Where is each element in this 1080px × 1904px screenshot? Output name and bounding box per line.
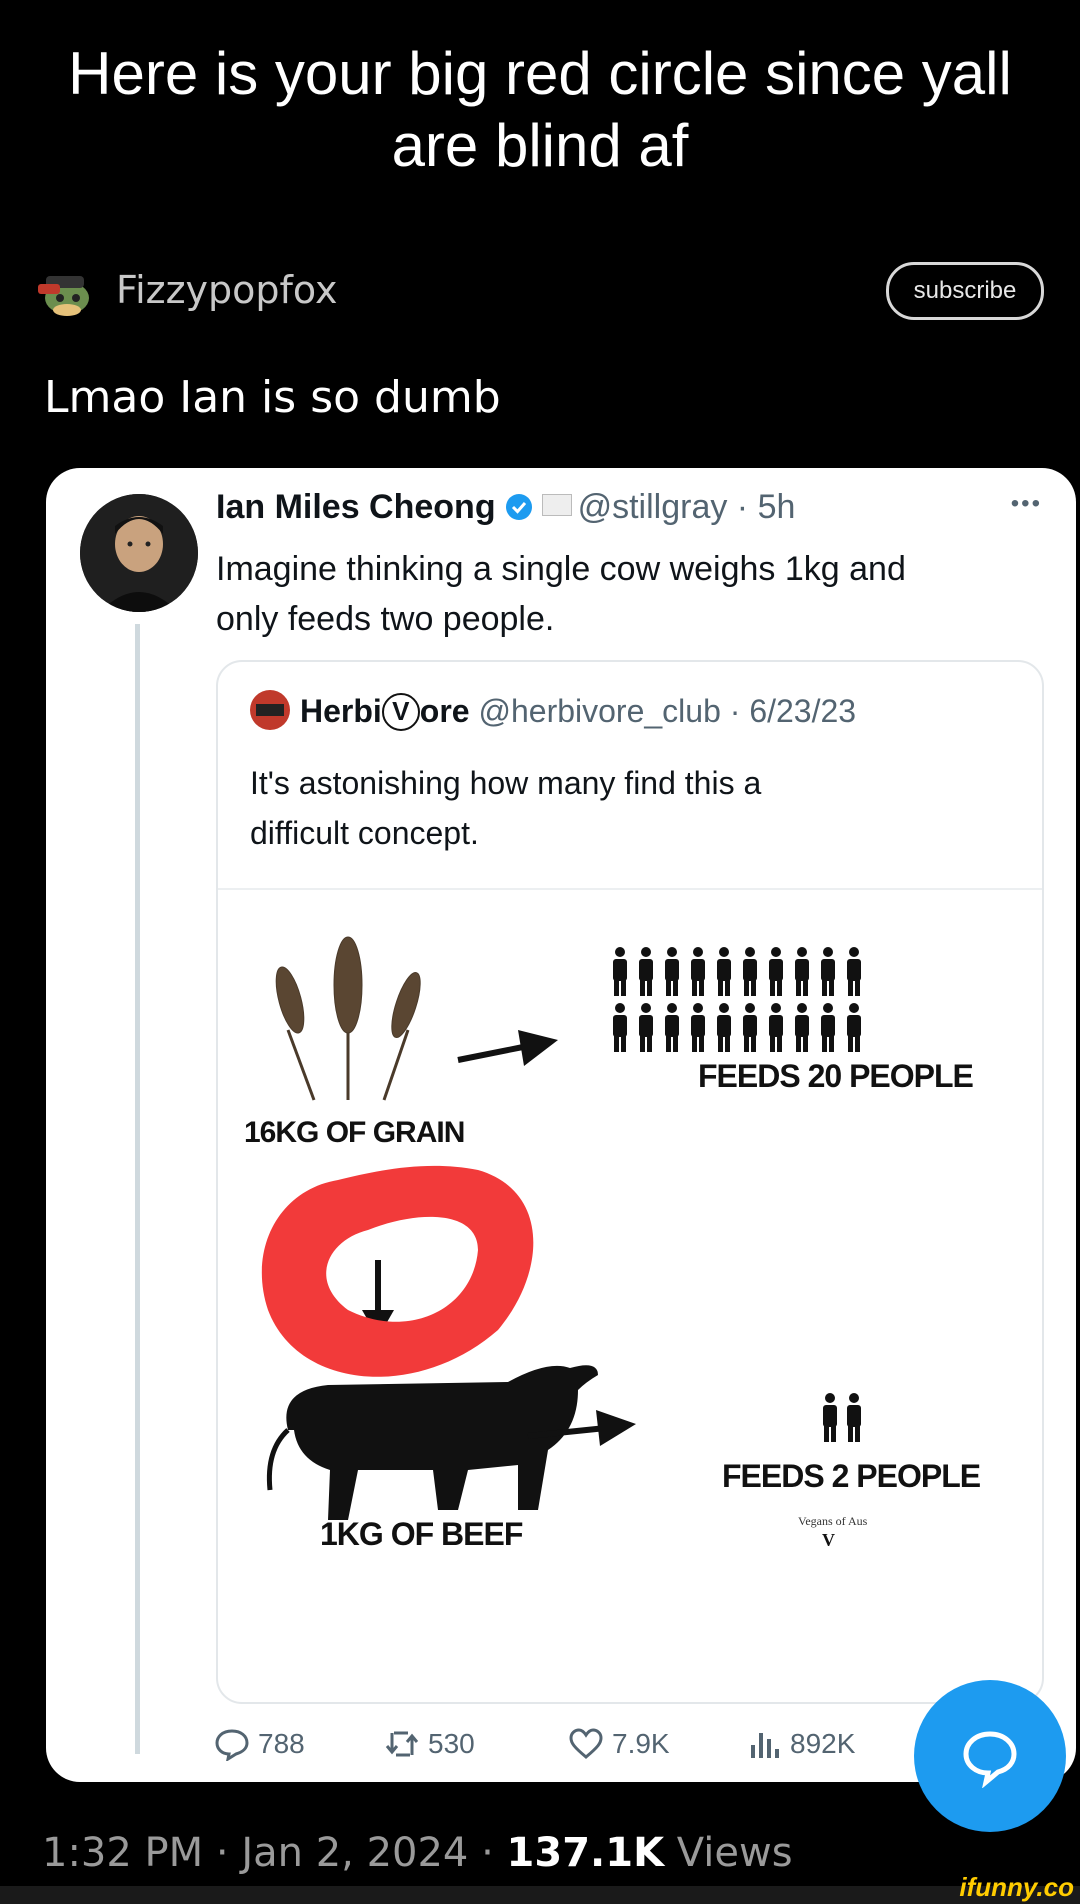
person-icon [665,1003,679,1052]
quoted-text: It's astonishing how many find this a di… [250,758,1010,858]
people-icon-group-2 [823,1393,861,1442]
views-count: 892K [790,1728,856,1759]
tweet-text-line-2: only feeds two people. [216,600,555,638]
person-icon [821,1003,835,1052]
post-author-row: Fizzypopfox subscribe [36,262,1044,326]
person-icon [743,947,757,996]
caption-line-2: are blind af [391,112,689,179]
person-icon [795,1003,809,1052]
caption-line-1: Here is your big red circle since yall [68,40,1012,107]
retweet-action[interactable]: 530 [384,1722,475,1766]
credit-logo: V [822,1530,835,1550]
tweet-card[interactable]: Ian Miles Cheong @stillgray · 5h ••• Imag… [46,468,1076,1782]
watermark-bar [0,1886,1080,1904]
quoted-handle[interactable]: @herbivore_club [478,693,720,729]
views-label: Views [676,1830,793,1876]
verified-badge-icon [504,492,534,531]
person-icon [613,1003,627,1052]
wheat-icon [275,936,421,1101]
username[interactable]: Fizzypopfox [116,268,337,312]
subscribe-button[interactable]: subscribe [886,262,1044,320]
infographic-image[interactable]: 16KG OF GRAIN FEEDS 20 PEOPLE 1KG OF BEE… [218,888,1042,1702]
person-icon [639,1003,653,1052]
flag-icon [541,494,572,516]
person-icon [847,947,861,996]
reply-count: 788 [258,1728,305,1759]
more-options-icon[interactable]: ••• [1011,490,1042,518]
person-icon [691,1003,705,1052]
arrow-right-icon-top [457,1030,558,1066]
retweet-icon [385,1731,419,1757]
person-icon [691,947,705,996]
tweet-metrics: 788 530 7.9K 892K [214,1722,976,1766]
heart-icon [569,1728,603,1759]
red-circle-annotation [261,1165,534,1377]
infographic-credit: Vegans of Aus [798,1514,868,1528]
tweet-author-avatar[interactable] [80,494,198,612]
compose-reply-button[interactable] [914,1680,1066,1832]
cow-icon [266,1365,598,1520]
quoted-text-line-1: It's astonishing how many find this a [250,765,762,801]
reply-action[interactable]: 788 [214,1722,305,1766]
person-icon [743,1003,757,1052]
tweet-time: 1:32 PM [42,1830,204,1876]
tweet-text-line-1: Imagine thinking a single cow weighs 1kg… [216,550,906,588]
person-icon [847,1003,861,1052]
quoted-tweet-header: Herbi Vore @herbivore_club · 6/23/23 [250,690,856,731]
ifunny-watermark: ifunny.co [959,1872,1074,1902]
quoted-author-avatar[interactable] [250,690,290,730]
quoted-tweet[interactable]: Herbi Vore @herbivore_club · 6/23/23 It's… [216,660,1044,1704]
person-icon [821,947,835,996]
grain-feeds-label: FEEDS 20 PEOPLE [698,1058,974,1094]
total-views-count: 137.1K [506,1830,665,1876]
views-icon [751,1733,779,1758]
retweet-count: 530 [428,1728,475,1759]
people-icon-group-20 [613,947,861,1052]
thread-line [135,624,140,1754]
like-count: 7.9K [612,1728,670,1759]
beef-label: 1KG OF BEEF [320,1516,523,1552]
reply-icon [215,1729,249,1761]
views-action[interactable]: 892K [746,1722,855,1766]
tweet-author-name[interactable]: Ian Miles Cheong [216,488,496,526]
person-icon [769,1003,783,1052]
quoted-author-name[interactable]: Herbi Vore [300,693,470,731]
person-icon [639,947,653,996]
quoted-text-line-2: difficult concept. [250,815,479,851]
tweet-age: 5h [757,488,796,526]
tweet-date: Jan 2, 2024 [241,1830,469,1876]
user-avatar[interactable] [36,268,98,320]
chat-bubble-icon [963,1731,1017,1788]
tweet-text: Imagine thinking a single cow weighs 1kg… [216,544,1036,644]
quoted-author-v-logo: V [381,693,420,731]
beef-feeds-label: FEEDS 2 PEOPLE [722,1458,981,1494]
quoted-date: 6/23/23 [749,693,857,729]
post-text: Lmao Ian is so dumb [44,372,501,423]
grain-label: 16KG OF GRAIN [244,1116,465,1149]
tweet-handle[interactable]: @stillgray [578,488,728,526]
tweet-timestamp: 1:32 PM · Jan 2, 2024 · 137.1K Views [42,1830,793,1876]
like-action[interactable]: 7.9K [568,1722,670,1766]
meme-caption: Here is your big red circle since yall a… [0,38,1080,182]
person-icon [769,947,783,996]
person-icon [665,947,679,996]
person-icon [717,1003,731,1052]
person-icon [613,947,627,996]
tweet-header: Ian Miles Cheong @stillgray · 5h [216,488,795,531]
person-icon [795,947,809,996]
person-icon [717,947,731,996]
